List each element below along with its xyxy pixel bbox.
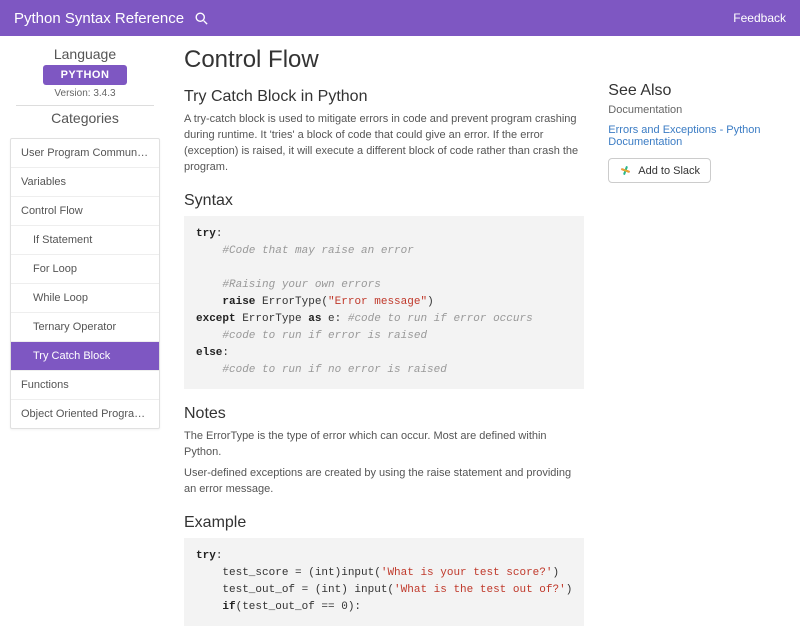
sidebar-item[interactable]: Functions (11, 371, 159, 400)
section-syntax-heading: Syntax (184, 192, 584, 210)
slack-button-label: Add to Slack (638, 165, 700, 177)
sidebar-item[interactable]: If Statement (11, 226, 159, 255)
example-code-block: try: test_score = (int)input('What is yo… (184, 538, 584, 626)
sidebar-item[interactable]: Control Flow (11, 197, 159, 226)
documentation-label: Documentation (608, 104, 800, 116)
categories-block: Categories (10, 106, 160, 132)
version-label: Version: 3.4.3 (10, 88, 160, 99)
page-title: Control Flow (184, 46, 584, 74)
sidebar-item[interactable]: For Loop (11, 255, 159, 284)
feedback-link[interactable]: Feedback (733, 11, 786, 25)
content: Control Flow Try Catch Block in Python A… (184, 46, 584, 626)
language-label: Language (10, 46, 160, 62)
see-also-title: See Also (608, 82, 800, 100)
sidebar-item[interactable]: Try Catch Block (11, 342, 159, 371)
main: Control Flow Try Catch Block in Python A… (166, 36, 800, 626)
sidebar-item[interactable]: While Loop (11, 284, 159, 313)
categories-label: Categories (10, 110, 160, 126)
note-2: User-defined exceptions are created by u… (184, 466, 584, 498)
sidebar-item[interactable]: Object Oriented Progra… (11, 400, 159, 428)
syntax-code-block: try: #Code that may raise an error #Rais… (184, 216, 584, 389)
sidebar-item[interactable]: Variables (11, 168, 159, 197)
app-header: Python Syntax Reference Feedback (0, 0, 800, 36)
sidebar-item[interactable]: Ternary Operator (11, 313, 159, 342)
intro-text: A try-catch block is used to mitigate er… (184, 112, 584, 176)
sidebar-item[interactable]: User Program Communi… (11, 139, 159, 168)
categories-panel: User Program Communi…VariablesControl Fl… (10, 138, 160, 429)
add-to-slack-button[interactable]: Add to Slack (608, 158, 711, 183)
section-example-heading: Example (184, 514, 584, 532)
layout: Language PYTHON Version: 3.4.3 Categorie… (0, 36, 800, 626)
app-title: Python Syntax Reference (14, 10, 184, 27)
language-block: Language PYTHON Version: 3.4.3 (10, 42, 160, 105)
language-button[interactable]: PYTHON (43, 65, 128, 85)
sidebar: Language PYTHON Version: 3.4.3 Categorie… (10, 42, 160, 626)
slack-icon (619, 164, 632, 177)
external-doc-link[interactable]: Errors and Exceptions - Python Documenta… (608, 124, 800, 148)
see-also-aside: See Also Documentation Errors and Except… (608, 46, 800, 626)
search-icon[interactable] (194, 11, 209, 26)
section-intro-heading: Try Catch Block in Python (184, 88, 584, 106)
header-left: Python Syntax Reference (14, 10, 209, 27)
section-notes-heading: Notes (184, 405, 584, 423)
note-1: The ErrorType is the type of error which… (184, 429, 584, 461)
